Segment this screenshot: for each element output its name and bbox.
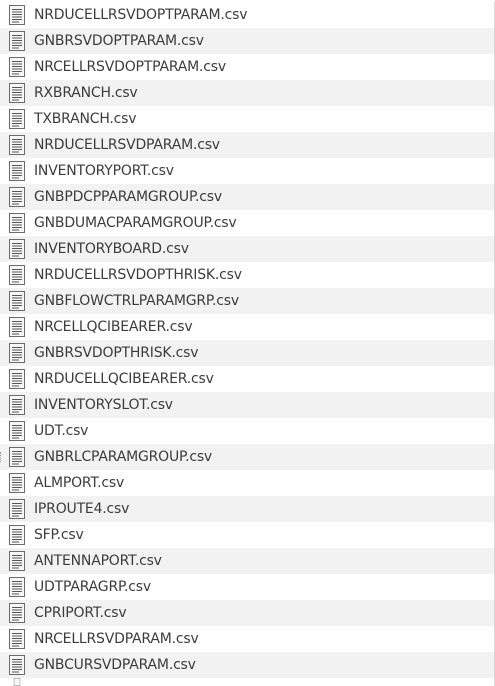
text-file-icon [9,187,25,207]
list-item[interactable]: NRDUCELLRSVDPARAM.csv [0,132,494,158]
text-file-icon [9,291,25,311]
list-item[interactable]: NRCELLRSVDPARAM.csv [0,626,494,652]
list-item[interactable]: INVENTORYBOARD.csv [0,236,494,262]
text-file-icon [9,343,25,363]
file-name: UDTPARAGRP.csv [34,579,151,595]
file-name: ALMPORT.csv [34,475,125,491]
text-file-icon [9,213,25,233]
list-item[interactable]: NRCELLQCIBEARER.csv [0,314,494,340]
list-item[interactable]: NRCELLRSVDOPTPARAM.csv [0,54,494,80]
text-file-icon [9,265,25,285]
text-file-icon [9,577,25,597]
text-file-icon [9,447,25,467]
text-file-icon [9,629,25,649]
file-name: NRDUCELLRSVDOPTPARAM.csv [34,7,248,23]
text-file-icon [13,678,21,686]
file-name: INVENTORYBOARD.csv [34,241,189,257]
file-name: NRCELLRSVDPARAM.csv [34,631,199,647]
file-name: TXBRANCH.csv [34,111,137,127]
text-file-icon [9,473,25,493]
file-name: SFP.csv [34,527,84,543]
list-item[interactable]: SFP.csv [0,522,494,548]
list-item[interactable]: NRDUCELLQCIBEARER.csv [0,366,494,392]
file-name: GNBFLOWCTRLPARAMGRP.csv [34,293,239,309]
list-item[interactable]: GNBDUMACPARAMGROUP.csv [0,210,494,236]
file-name: INVENTORYPORT.csv [34,163,174,179]
file-name: NRCELLRSVDOPTPARAM.csv [34,59,226,75]
list-item[interactable]: ANTENNAPORT.csv [0,548,494,574]
partial-list-item [0,678,494,686]
file-name: CPRIPORT.csv [34,605,127,621]
list-item[interactable]: IPROUTE4.csv [0,496,494,522]
list-item[interactable]: GNBRSVDOPTHRISK.csv [0,340,494,366]
list-item[interactable]: GNBCURSVDPARAM.csv [0,652,494,678]
text-file-icon [9,31,25,51]
list-item[interactable]: INVENTORYPORT.csv [0,158,494,184]
list-item[interactable]: TXBRANCH.csv [0,106,494,132]
file-list: NRDUCELLRSVDOPTPARAM.csv GNBRSVDOPTPARAM… [0,2,495,686]
list-item[interactable]: NRDUCELLRSVDOPTPARAM.csv [0,2,494,28]
text-file-icon [9,421,25,441]
file-name: NRDUCELLRSVDPARAM.csv [34,137,220,153]
file-name: GNBDUMACPARAMGROUP.csv [34,215,237,231]
file-name: ANTENNAPORT.csv [34,553,162,569]
text-file-icon [9,317,25,337]
list-item[interactable]: UDT.csv [0,418,494,444]
file-name: GNBPDCPPARAMGROUP.csv [34,189,222,205]
list-item[interactable]: GNBRSVDOPTPARAM.csv [0,28,494,54]
text-file-icon [9,525,25,545]
file-name: INVENTORYSLOT.csv [34,397,173,413]
list-item[interactable]: INVENTORYSLOT.csv [0,392,494,418]
file-name: GNBRSVDOPTHRISK.csv [34,345,199,361]
list-item[interactable]: UDTPARAGRP.csv [0,574,494,600]
text-file-icon [9,161,25,181]
text-file-icon [9,109,25,129]
text-file-icon [9,5,25,25]
list-item[interactable]: GNBRLCPARAMGROUP.csv [0,444,494,470]
list-item[interactable]: RXBRANCH.csv [0,80,494,106]
file-name: GNBCURSVDPARAM.csv [34,657,196,673]
list-item[interactable]: NRDUCELLRSVDOPTHRISK.csv [0,262,494,288]
list-item[interactable]: GNBFLOWCTRLPARAMGRP.csv [0,288,494,314]
file-name: IPROUTE4.csv [34,501,130,517]
text-file-icon [9,603,25,623]
text-file-icon [9,655,25,675]
text-file-icon [9,239,25,259]
file-name: NRDUCELLRSVDOPTHRISK.csv [34,267,242,283]
list-item[interactable]: ALMPORT.csv [0,470,494,496]
file-name: NRCELLQCIBEARER.csv [34,319,193,335]
text-file-icon [9,83,25,103]
file-name: GNBRLCPARAMGROUP.csv [34,449,213,465]
text-file-icon [9,499,25,519]
file-name: GNBRSVDOPTPARAM.csv [34,33,204,49]
resize-handle[interactable] [0,452,3,462]
file-name: RXBRANCH.csv [34,85,138,101]
list-item[interactable]: CPRIPORT.csv [0,600,494,626]
text-file-icon [9,395,25,415]
text-file-icon [9,551,25,571]
list-item[interactable]: GNBPDCPPARAMGROUP.csv [0,184,494,210]
file-name: NRDUCELLQCIBEARER.csv [34,371,214,387]
file-name: UDT.csv [34,423,89,439]
text-file-icon [9,369,25,389]
text-file-icon [9,57,25,77]
text-file-icon [9,135,25,155]
